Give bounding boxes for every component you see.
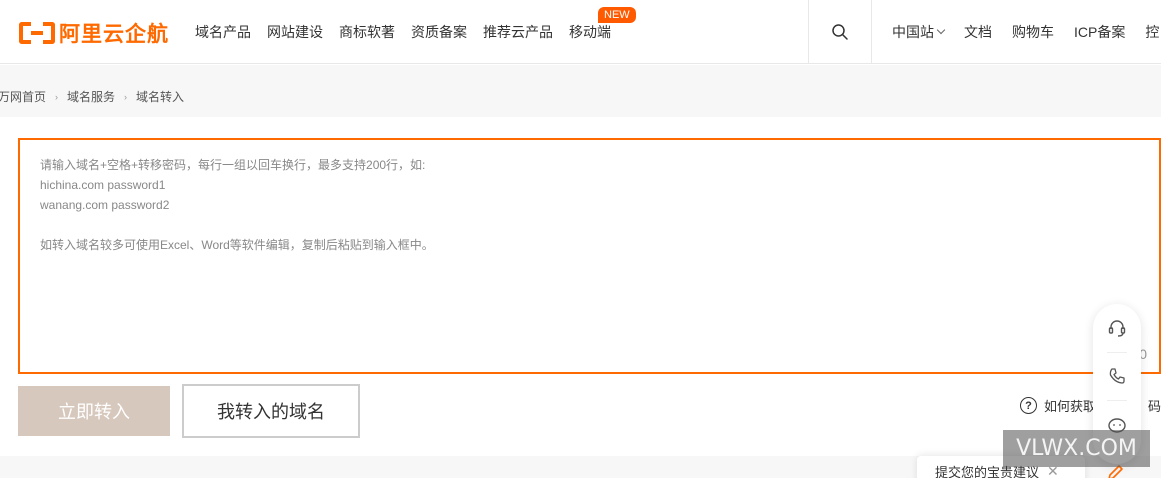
breadcrumb: 万网首页 › 域名服务 › 域名转入 — [0, 88, 184, 105]
textarea-placeholder: 请输入域名+空格+转移密码，每行一组以回车换行，最多支持200行，如: hichi… — [40, 158, 434, 252]
toolbar-divider — [1107, 400, 1127, 401]
breadcrumb-bar: 万网首页 › 域名服务 › 域名转入 — [0, 65, 1161, 117]
search-icon — [832, 24, 848, 40]
right-nav: 中国站 文档 购物车 ICP备案 控 — [892, 0, 1161, 64]
transfer-now-button[interactable]: 立即转入 — [18, 386, 170, 436]
region-selector[interactable]: 中国站 — [892, 22, 946, 42]
breadcrumb-domain-transfer: 域名转入 — [136, 90, 185, 104]
breadcrumb-domain-service[interactable]: 域名服务 — [67, 88, 115, 105]
docs-link[interactable]: 文档 — [964, 22, 992, 42]
region-label: 中国站 — [892, 24, 934, 40]
my-transfers-button[interactable]: 我转入的域名 — [182, 384, 360, 438]
icp-link[interactable]: ICP备案 — [1074, 22, 1125, 42]
breadcrumb-separator: › — [55, 91, 59, 102]
nav-item-trademark[interactable]: 商标软著 — [339, 22, 395, 42]
nav-item-qualification[interactable]: 资质备案 — [411, 22, 467, 42]
main-nav: 域名产品 网站建设 商标软著 资质备案 推荐云产品 移动端 — [195, 0, 627, 64]
nav-item-domain-products[interactable]: 域名产品 — [195, 22, 251, 42]
search-button[interactable] — [808, 0, 872, 64]
nav-item-recommended-cloud[interactable]: 推荐云产品 — [483, 22, 553, 42]
nav-item-website-building[interactable]: 网站建设 — [267, 22, 323, 42]
headset-icon — [1108, 320, 1126, 337]
top-header: 阿里云企航 域名产品 网站建设 商标软著 资质备案 推荐云产品 移动端 NEW … — [0, 0, 1161, 64]
question-circle-icon: ? — [1020, 397, 1037, 414]
phone-button[interactable] — [1093, 352, 1141, 400]
breadcrumb-separator: › — [124, 91, 128, 102]
aliyun-logo-icon — [19, 22, 55, 44]
watermark: VLWX.COM — [1003, 430, 1150, 467]
chevron-down-icon — [936, 25, 946, 35]
domain-transfer-textarea[interactable]: 请输入域名+空格+转移密码，每行一组以回车换行，最多支持200行，如: hichi… — [18, 138, 1161, 374]
help-link-text: 如何获取 — [1044, 399, 1097, 414]
logo-text: 阿里云企航 — [59, 22, 169, 46]
logo[interactable]: 阿里云企航 — [19, 20, 169, 46]
new-badge: NEW — [598, 7, 636, 23]
phone-icon — [1109, 368, 1125, 384]
help-link-text-end: 码 — [1148, 399, 1161, 414]
nav-item-mobile[interactable]: 移动端 — [569, 22, 611, 42]
customer-service-button[interactable] — [1093, 304, 1141, 352]
cart-link[interactable]: 购物车 — [1012, 22, 1054, 42]
console-link[interactable]: 控 — [1145, 22, 1159, 42]
breadcrumb-home[interactable]: 万网首页 — [0, 88, 46, 105]
